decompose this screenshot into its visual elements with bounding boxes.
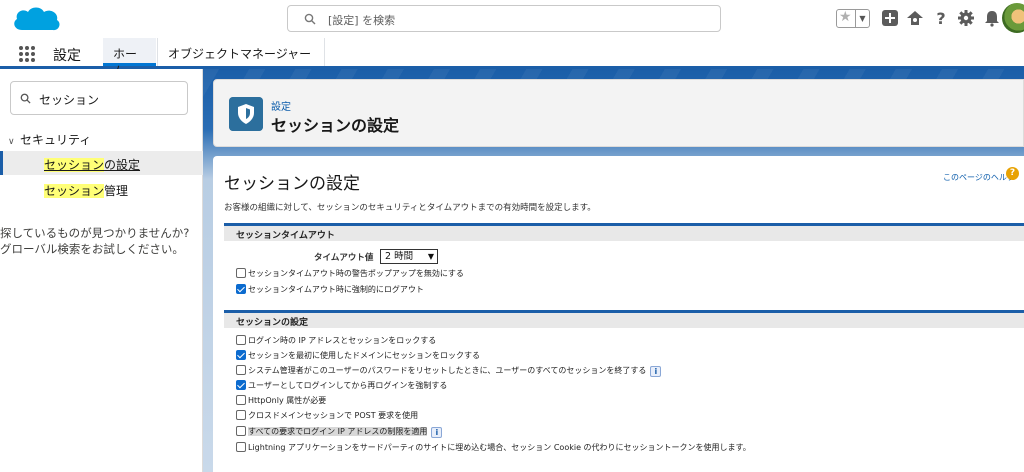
no-results-help-text: 探しているものが見つかりませんか? グローバル検索をお試しください。	[0, 225, 200, 257]
option-label: ログイン時の IP アドレスとセッションをロックする	[248, 336, 437, 345]
page-description: お客様の組織に対して、セッションのセキュリティとタイムアウトまでの有効時間を設定…	[224, 203, 596, 213]
checkbox-checked[interactable]	[236, 350, 246, 360]
info-icon[interactable]: i	[431, 427, 443, 438]
option-label: セッションを最初に使用したドメインにセッションをロックする	[248, 351, 480, 360]
option-enforce-ip-restrictions[interactable]: すべての要求でログイン IP アドレスの制限を適用 i	[236, 426, 443, 438]
option-label: セッションタイムアウト時の警告ポップアップを無効にする	[248, 269, 464, 278]
help-icon[interactable]: ?	[1006, 167, 1019, 180]
page-title: セッションの設定	[224, 174, 360, 194]
chevron-down-icon: ∨	[8, 137, 15, 147]
checkbox[interactable]	[236, 426, 246, 436]
quick-find-value: セッション	[39, 93, 100, 107]
search-highlight: セッション	[44, 158, 105, 172]
user-avatar[interactable]	[1002, 3, 1024, 33]
timeout-value-select[interactable]: 2 時間 ▼	[380, 249, 438, 264]
breadcrumb[interactable]: 設定	[271, 98, 291, 113]
option-httponly[interactable]: HttpOnly 属性が必要	[236, 395, 326, 407]
tab-object-manager[interactable]: オブジェクトマネージャー ⌄	[157, 38, 325, 76]
bell-icon[interactable]	[983, 9, 1001, 27]
gear-icon[interactable]	[957, 9, 975, 27]
page-header: 設定 セッションの設定	[213, 79, 1024, 147]
sidebar-item-session-management[interactable]: セッション管理	[0, 177, 203, 201]
sidebar-item-label: 管理	[104, 184, 129, 198]
checkbox-checked[interactable]	[236, 284, 246, 294]
checkbox[interactable]	[236, 335, 246, 345]
app-name: 設定	[53, 48, 81, 64]
option-disable-timeout-warning[interactable]: セッションタイムアウト時の警告ポップアップを無効にする	[236, 268, 464, 280]
option-lock-session-ip[interactable]: ログイン時の IP アドレスとセッションをロックする	[236, 335, 436, 347]
app-launcher-icon[interactable]	[19, 46, 35, 62]
option-terminate-sessions-on-reset[interactable]: システム管理者がこのユーザーのパスワードをリセットしたときに、ユーザーのすべての…	[236, 365, 662, 377]
favorites-star-icon[interactable]: ★	[839, 9, 852, 25]
help-icon[interactable]: ?	[932, 9, 950, 27]
setup-sidebar: セッション ∨ セキュリティ セッションの設定 セッション管理 探しているものが見…	[0, 69, 203, 472]
option-cross-domain-post[interactable]: クロスドメインセッションで POST 要求を使用	[236, 410, 418, 422]
option-lock-session-domain[interactable]: セッションを最初に使用したドメインにセッションをロックする	[236, 350, 480, 362]
checkbox[interactable]	[236, 442, 246, 452]
search-highlight: セッション	[44, 184, 105, 198]
checkbox[interactable]	[236, 268, 246, 278]
no-results-line1: 探しているものが見つかりませんか?	[0, 226, 190, 240]
header-title: セッションの設定	[271, 116, 400, 135]
option-force-relogin[interactable]: ユーザーとしてログインしてから再ログインを強制する	[236, 380, 447, 392]
checkbox[interactable]	[236, 395, 246, 405]
salesforce-cloud-logo[interactable]	[10, 4, 62, 34]
checkbox[interactable]	[236, 365, 246, 375]
global-search-input[interactable]: [設定] を検索	[287, 5, 721, 32]
add-icon[interactable]	[881, 9, 899, 27]
chevron-down-icon: ▼	[427, 252, 434, 261]
global-header: [設定] を検索 ★ ▼ ?	[0, 0, 1024, 38]
session-settings-card: セッションの設定 このページのヘルプ ? お客様の組織に対して、セッションのセキ…	[213, 156, 1024, 472]
section-session-settings: セッションの設定	[224, 310, 1024, 328]
option-label: Lightning アプリケーションをサードパーティのサイトに埋め込む場合、セッ…	[248, 443, 751, 452]
trailhead-icon[interactable]	[906, 9, 924, 27]
help-for-this-page-link[interactable]: このページのヘルプ	[943, 172, 1015, 183]
option-label: すべての要求でログイン IP アドレスの制限を適用	[248, 427, 428, 436]
search-icon	[304, 13, 316, 25]
info-icon[interactable]: i	[650, 366, 662, 377]
favorites-dropdown-icon[interactable]: ▼	[855, 10, 869, 27]
favorites-button[interactable]: ★ ▼	[836, 9, 870, 28]
checkbox-checked[interactable]	[236, 380, 246, 390]
sidebar-item-session-settings[interactable]: セッションの設定	[0, 151, 203, 175]
timeout-selected-value: 2 時間	[385, 251, 414, 262]
option-label: システム管理者がこのユーザーのパスワードをリセットしたときに、ユーザーのすべての…	[248, 366, 647, 375]
section-session-timeout: セッションタイムアウト	[224, 223, 1024, 241]
section-title: セッションの設定	[236, 318, 309, 328]
option-force-logout-on-timeout[interactable]: セッションタイムアウト時に強制的にログアウト	[236, 284, 424, 296]
tree-section-security[interactable]: ∨ セキュリティ	[8, 131, 91, 148]
option-label: セッションタイムアウト時に強制的にログアウト	[248, 285, 424, 294]
shield-icon	[229, 97, 263, 131]
search-icon	[20, 93, 31, 104]
svg-text:?: ?	[936, 9, 945, 27]
app-nav-bar: 設定 ホーム オブジェクトマネージャー ⌄	[0, 38, 1024, 78]
checkbox[interactable]	[236, 410, 246, 420]
option-label: ユーザーとしてログインしてから再ログインを強制する	[248, 381, 448, 390]
section-title: セッションタイムアウト	[236, 231, 335, 241]
no-results-line2: グローバル検索をお試しください。	[0, 242, 184, 256]
timeout-value-label: タイムアウト値	[314, 253, 374, 263]
option-label: クロスドメインセッションで POST 要求を使用	[248, 411, 419, 420]
tree-section-label: セキュリティ	[20, 133, 92, 147]
search-placeholder: [設定] を検索	[328, 14, 396, 27]
sidebar-item-label: の設定	[104, 158, 141, 172]
tab-object-manager-label: オブジェクトマネージャー	[168, 47, 312, 61]
tab-home[interactable]: ホーム	[103, 38, 156, 78]
option-lightning-session-token[interactable]: Lightning アプリケーションをサードパーティのサイトに埋め込む場合、セッ…	[236, 442, 751, 454]
quick-find-input[interactable]: セッション	[10, 81, 188, 115]
option-label: HttpOnly 属性が必要	[248, 396, 327, 405]
